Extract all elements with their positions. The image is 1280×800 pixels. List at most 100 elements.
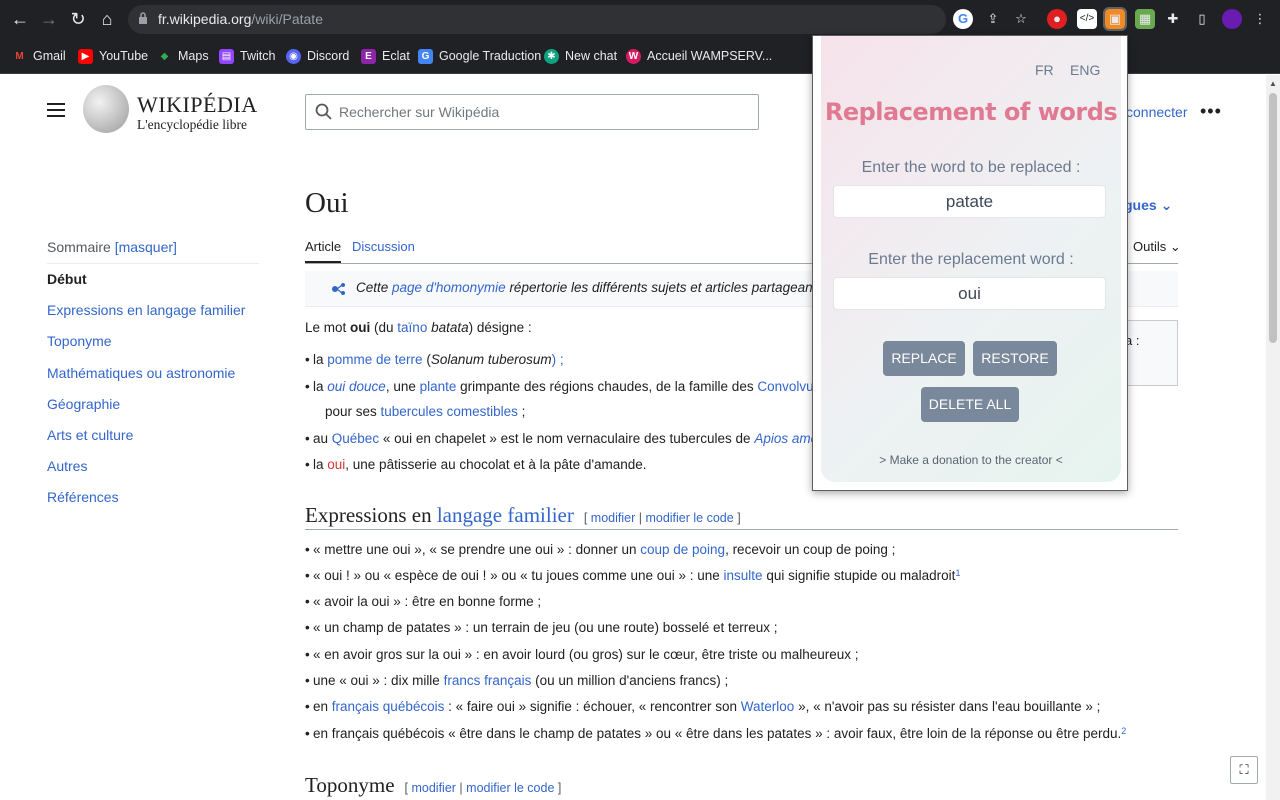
extension-code-icon[interactable]: </> [1077, 9, 1097, 29]
browser-toolbar: ← → ↻ ⌂ fr.wikipedia.org/wiki/Patate G ⇪… [0, 0, 1280, 38]
extension-replace-icon[interactable]: ▣ [1103, 7, 1127, 31]
donation-link[interactable]: > Make a donation to the creator < [813, 453, 1129, 467]
tab-article[interactable]: Article [305, 239, 342, 263]
coup-de-poing-link[interactable]: coup de poing [640, 542, 725, 557]
list-item: la oui, une pâtisserie au chocolat et à … [305, 457, 647, 472]
reload-icon[interactable]: ↻ [66, 7, 90, 31]
bookmark-youtube[interactable]: ▶ YouTube [78, 46, 148, 66]
google-icon[interactable]: G [953, 9, 973, 29]
extension-adblock-icon[interactable]: ● [1047, 9, 1067, 29]
bookmark-discord[interactable]: ◉ Discord [286, 46, 349, 66]
restore-button[interactable]: RESTORE [973, 341, 1057, 376]
tubercules-link[interactable]: tubercules comestibles [381, 404, 518, 419]
list-item: « un champ de patates » : un terrain de … [305, 620, 778, 635]
wampserver-icon: W [626, 48, 641, 64]
more-options-icon[interactable]: ••• [1200, 101, 1222, 122]
disambiguation-icon [332, 283, 345, 295]
puzzle-icon[interactable]: ✚ [1163, 9, 1183, 29]
address-bar[interactable]: fr.wikipedia.org/wiki/Patate [128, 5, 946, 34]
bookmark-wampserver[interactable]: W Accueil WAMPSERV... [626, 46, 772, 66]
oui-redlink[interactable]: oui [327, 457, 345, 472]
back-icon[interactable]: ← [8, 7, 32, 31]
toc-header: Sommaire [masquer] [47, 239, 177, 255]
tools-menu[interactable]: Outils ⌄ [1133, 239, 1181, 255]
wikipedia-tagline: L'encyclopédie libre [137, 117, 248, 132]
list-item: une « oui » : dix mille francs français … [305, 673, 728, 688]
edit-link[interactable]: modifier [411, 781, 455, 795]
francs-link[interactable]: francs français [444, 673, 532, 688]
menu-icon[interactable]: ⋮ [1250, 9, 1270, 29]
replacement-word-label: Enter the replacement word : [868, 251, 1074, 268]
fullscreen-icon[interactable]: ⛶ [1230, 756, 1258, 784]
toc-item-geographie[interactable]: Géographie [47, 396, 120, 412]
twitch-icon: ▤ [219, 48, 234, 64]
oui-douce-link[interactable]: oui douce [327, 379, 386, 394]
share-icon[interactable]: ⇪ [983, 9, 1003, 29]
wikipedia-globe-logo[interactable] [83, 85, 129, 133]
replace-button[interactable]: REPLACE [883, 341, 965, 376]
lang-eng-button[interactable]: ENG [1070, 62, 1100, 78]
scrollbar-thumb[interactable] [1269, 93, 1277, 343]
lang-fr-button[interactable]: FR [1035, 62, 1054, 78]
quebec-link[interactable]: Québec [332, 431, 379, 446]
login-link[interactable]: connecter [1126, 104, 1187, 120]
toc-item-expressions[interactable]: Expressions en langage familier [47, 302, 245, 318]
list-item: en français québécois : « faire oui » si… [305, 699, 1100, 714]
toc-item-arts[interactable]: Arts et culture [47, 427, 133, 443]
translate-icon: G [418, 48, 433, 64]
bookmark-google-traduction[interactable]: G Google Traduction [418, 46, 541, 66]
bookmark-new-chat[interactable]: ✱ New chat [544, 46, 617, 66]
section-heading-expressions: Expressions en langage familier[ modifie… [305, 503, 741, 527]
scroll-up-icon[interactable]: ▲ [1269, 79, 1277, 88]
tab-discussion[interactable]: Discussion [352, 239, 415, 254]
delete-all-button[interactable]: DELETE ALL [921, 387, 1019, 422]
bookmark-twitch[interactable]: ▤ Twitch [219, 46, 275, 66]
taino-link[interactable]: taïno [397, 320, 427, 335]
reference-1[interactable]: 1 [955, 568, 960, 578]
infobox: a : [1120, 320, 1178, 386]
toc-item-references[interactable]: Références [47, 489, 119, 505]
list-item-continuation: pour ses tubercules comestibles ; [325, 404, 526, 419]
languages-button[interactable]: gues ⌄ [1124, 197, 1172, 214]
list-item: « mettre une oui », « se prendre une oui… [305, 542, 895, 557]
edit-source-link[interactable]: modifier le code [645, 511, 733, 525]
search-icon [315, 103, 332, 120]
wikipedia-wordmark[interactable]: WIKIPÉDIA [137, 92, 258, 118]
homonymy-link[interactable]: page d'homonymie [392, 280, 506, 295]
bookmark-eclat[interactable]: E Eclat [361, 46, 410, 66]
chevron-down-icon: ⌄ [1169, 239, 1181, 254]
edit-source-link[interactable]: modifier le code [466, 781, 554, 795]
popup-title: Replacement of words [824, 98, 1118, 126]
toc-toggle[interactable]: [masquer] [115, 239, 177, 255]
plante-link[interactable]: plante [420, 379, 457, 394]
edit-link[interactable]: modifier [591, 511, 635, 525]
langage-familier-link[interactable]: langage familier [437, 503, 574, 527]
toc-item-debut[interactable]: Début [47, 271, 87, 287]
page-scrollbar[interactable]: ▲ [1266, 75, 1280, 800]
extension-color-icon[interactable]: ▦ [1135, 9, 1155, 29]
list-item: « oui ! » ou « espèce de oui ! » ou « tu… [305, 568, 960, 583]
star-icon[interactable]: ☆ [1011, 9, 1031, 29]
insulte-link[interactable]: insulte [724, 568, 763, 583]
search-input[interactable]: Rechercher sur Wikipédia [305, 94, 759, 130]
reference-2[interactable]: 2 [1121, 726, 1126, 736]
avatar[interactable] [1222, 9, 1242, 29]
main-menu-icon[interactable] [47, 103, 65, 117]
bookmark-gmail[interactable]: M Gmail [12, 46, 65, 66]
toc-item-toponyme[interactable]: Toponyme [47, 333, 112, 349]
toc-item-mathematiques[interactable]: Mathématiques ou astronomie [47, 365, 235, 381]
toc-item-autres[interactable]: Autres [47, 458, 87, 474]
waterloo-link[interactable]: Waterloo [741, 699, 795, 714]
chevron-down-icon: ⌄ [1160, 197, 1173, 213]
list-item-text[interactable]: ) ; [552, 352, 564, 367]
francais-quebecois-link[interactable]: français québécois [332, 699, 445, 714]
forward-icon[interactable]: → [37, 7, 61, 31]
page-title: Oui [305, 187, 349, 219]
sidepanel-icon[interactable]: ▯ [1192, 9, 1212, 29]
pomme-de-terre-link[interactable]: pomme de terre [327, 352, 422, 367]
bookmark-maps[interactable]: ◆ Maps [157, 46, 209, 66]
list-item: au Québec « oui en chapelet » est le nom… [305, 431, 832, 446]
home-icon[interactable]: ⌂ [95, 7, 119, 31]
replacement-word-input[interactable]: oui [833, 277, 1106, 310]
replaced-word-input[interactable]: patate [833, 185, 1106, 218]
